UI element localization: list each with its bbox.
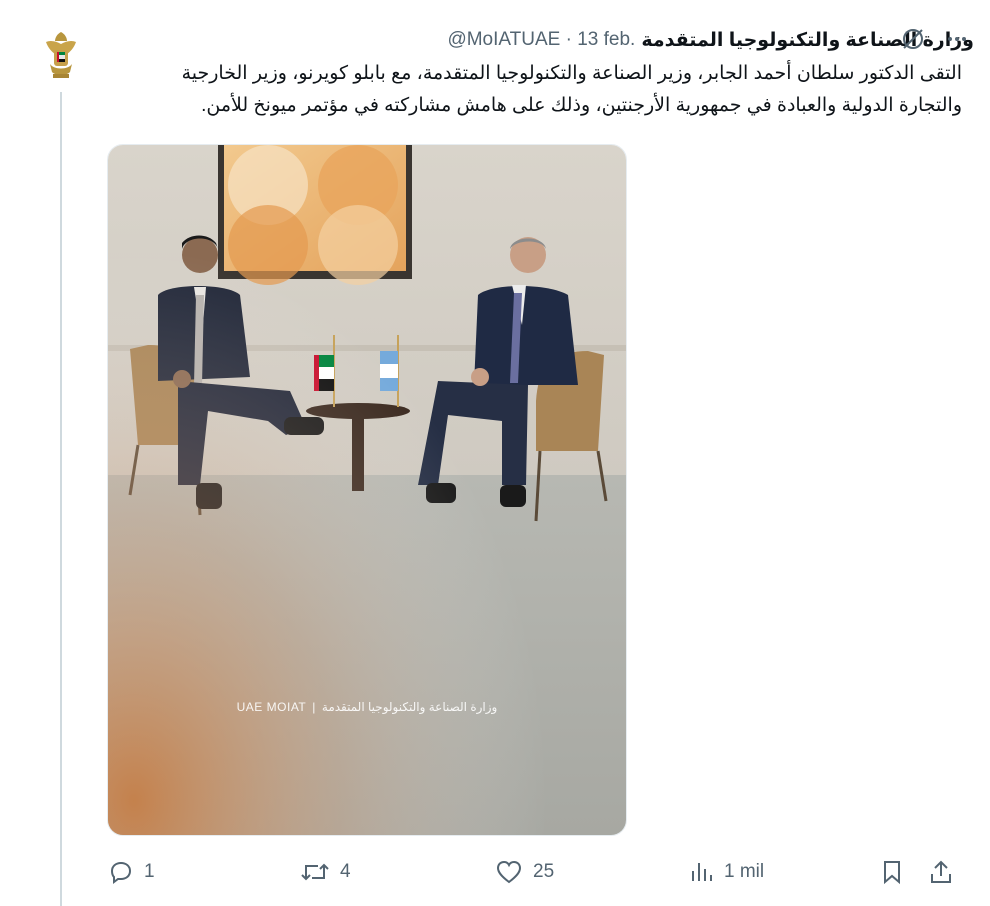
- repost-button[interactable]: 4: [300, 859, 351, 885]
- grok-icon: [903, 29, 923, 49]
- tweet-header: وزارة الصناعة والتكنولوجيا المتقدمة @MoI…: [100, 24, 974, 56]
- heart-icon: [496, 860, 522, 884]
- watermark-separator: |: [312, 700, 316, 714]
- tweet-photo[interactable]: UAE MOIAT | وزارة الصناعة والتكنولوجيا الم…: [107, 144, 627, 836]
- meeting-photo-image: [108, 145, 626, 835]
- watermark-arabic: وزارة الصناعة والتكنولوجيا المتقدمة: [321, 700, 498, 714]
- bookmark-icon: [884, 861, 900, 885]
- tweet-text: التقى الدكتور سلطان أحمد الجابر، وزير ال…: [181, 63, 962, 116]
- author-handle[interactable]: @MoIATUAE · 13 feb.: [447, 29, 635, 51]
- uae-emblem-icon: [46, 32, 76, 78]
- bookmark-button[interactable]: [880, 859, 904, 885]
- tweet-top-actions: [898, 24, 972, 54]
- thread-line: [60, 92, 62, 906]
- handle-text: @MoIATUAE: [447, 29, 561, 50]
- tweet-date[interactable]: 13 feb.: [577, 29, 635, 50]
- views-count: 1 mil: [724, 861, 765, 882]
- share-icon: [931, 860, 951, 883]
- more-button[interactable]: [942, 24, 972, 54]
- avatar[interactable]: [40, 28, 82, 82]
- like-count: 25: [533, 861, 555, 882]
- tweet-action-bar: 1 4 25 1 mil: [100, 848, 962, 896]
- separator-dot: ·: [565, 29, 572, 50]
- repost-icon: [301, 863, 329, 881]
- reply-icon: [110, 861, 132, 884]
- repost-count: 4: [340, 861, 351, 882]
- views-button[interactable]: 1 mil: [688, 859, 764, 885]
- watermark-brand: UAE MOIAT: [236, 700, 307, 714]
- grok-button[interactable]: [898, 24, 928, 54]
- more-icon: [948, 37, 966, 41]
- like-button[interactable]: 25: [495, 859, 554, 885]
- share-button[interactable]: [928, 859, 954, 885]
- reply-button[interactable]: 1: [108, 859, 155, 885]
- reply-count: 1: [144, 861, 155, 882]
- photo-watermark: UAE MOIAT | وزارة الصناعة والتكنولوجيا الم…: [108, 700, 626, 714]
- views-icon: [692, 863, 712, 881]
